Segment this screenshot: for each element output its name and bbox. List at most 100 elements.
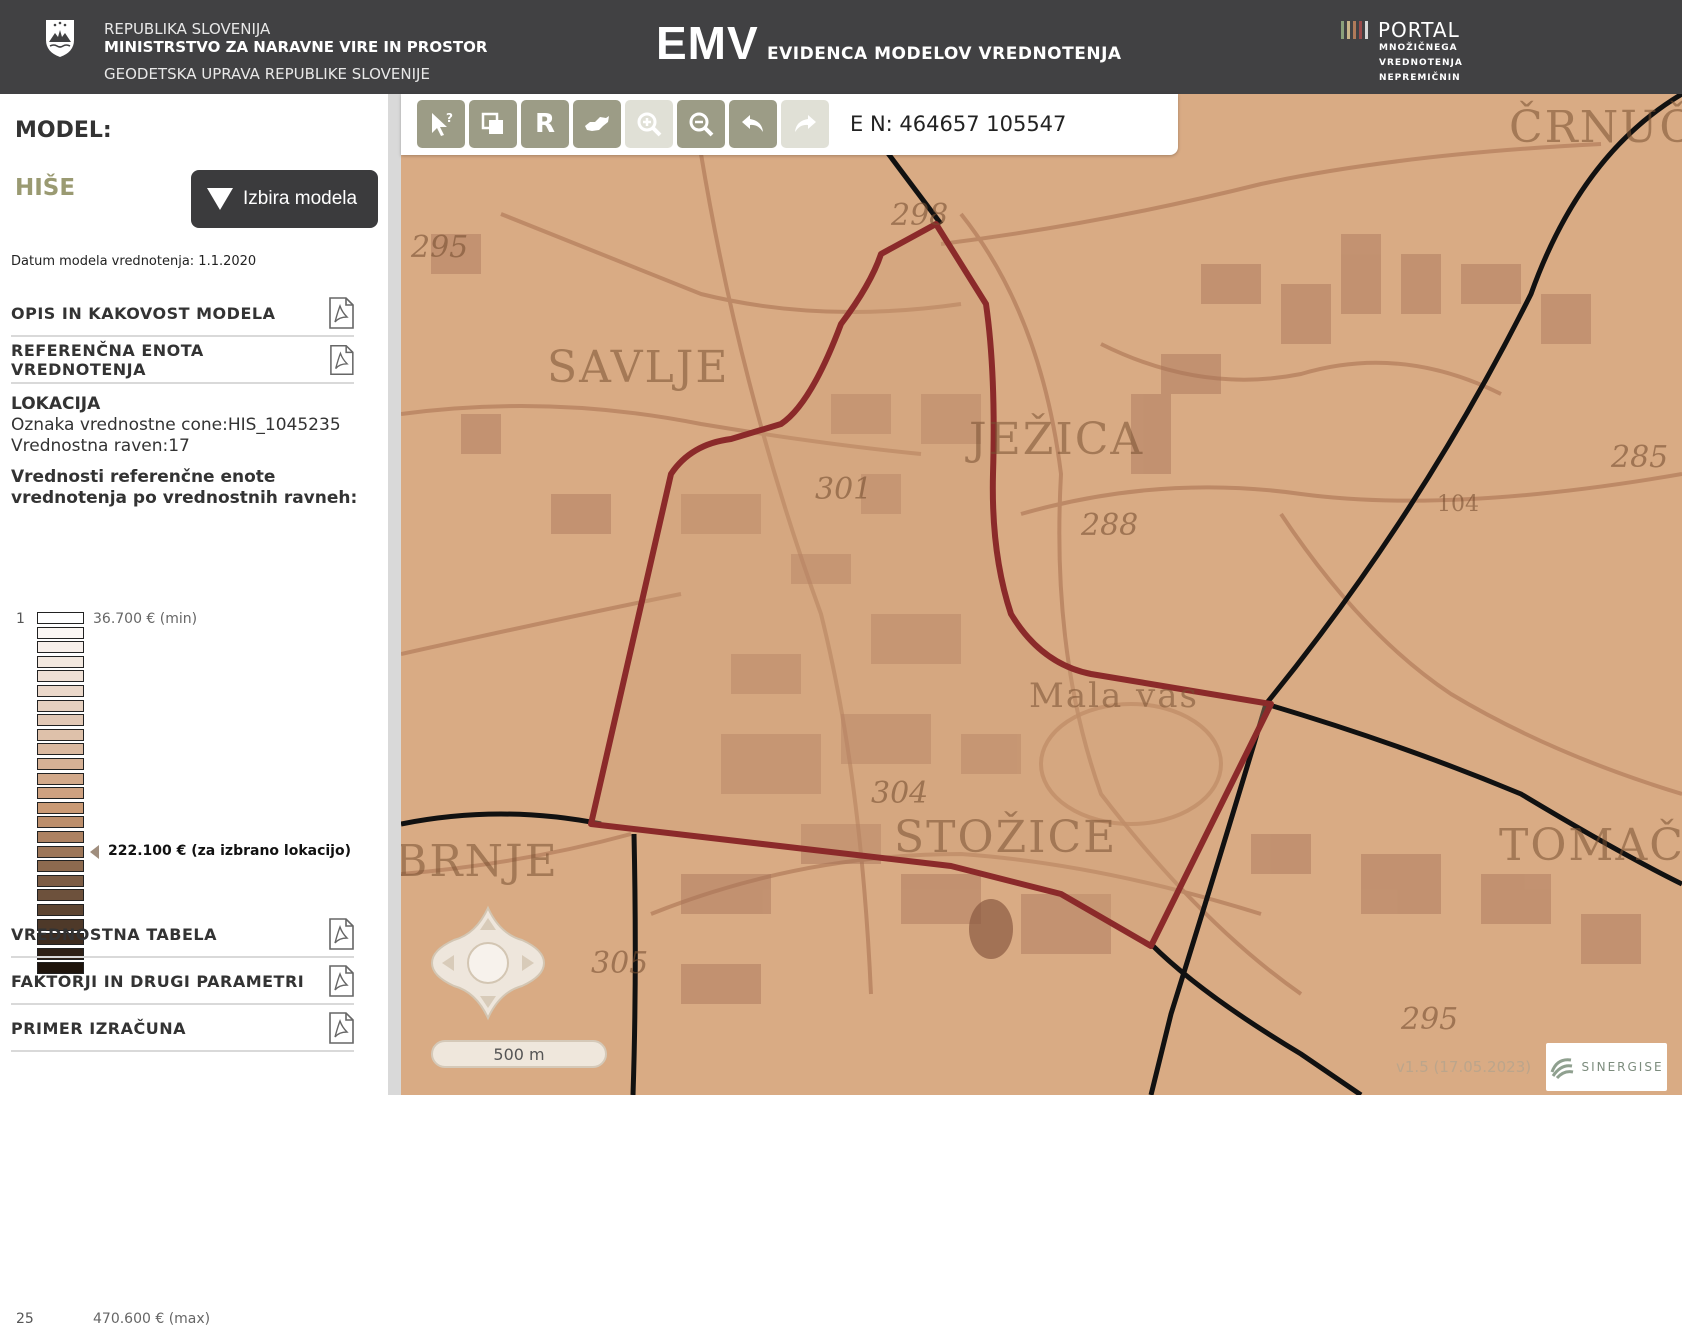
legend-level-bar [37, 641, 84, 654]
section-value-table[interactable]: VREDNOSTNA TABELA [11, 912, 354, 958]
redo-arrow-icon [795, 115, 816, 132]
model-sidebar: MODEL: HIŠE Izbira modela Datum modela v… [0, 94, 388, 1327]
map-place-label: STOŽICE [894, 812, 1118, 863]
app-header: REPUBLIKA SLOVENIJA MINISTRSTVO ZA NARAV… [0, 0, 1682, 94]
pdf-icon[interactable] [328, 965, 354, 997]
map-height-label: 298 [891, 198, 949, 233]
legend-level-bar [37, 801, 84, 814]
map-place-label: ČRNUČE [1509, 102, 1682, 153]
legend-level-bar [37, 612, 84, 624]
legend-max-level: 25 [16, 1311, 34, 1327]
legend-level-bar [37, 728, 84, 741]
undo-arrow-icon [742, 115, 763, 132]
pdf-icon[interactable] [328, 918, 354, 950]
slovenia-crest-icon [46, 20, 74, 57]
sidebar-resize-handle[interactable] [388, 94, 401, 1095]
location-level: Vrednostna raven:17 [11, 436, 190, 456]
query-tool-button[interactable]: ? [417, 100, 465, 148]
section-reference-unit[interactable]: REFERENČNA ENOTA VREDNOTENJA [11, 338, 354, 384]
layers-icon [481, 112, 503, 134]
map-height-label: 295 [411, 230, 469, 265]
layers-tool-button[interactable] [469, 100, 517, 148]
map-height-label: 304 [871, 776, 929, 811]
values-heading: Vrednosti referenčne enote vrednotenja p… [11, 467, 358, 508]
legend-level-bar [37, 787, 84, 800]
legend-level-bar [37, 670, 84, 683]
r-letter-icon: R [534, 109, 556, 139]
portal-title: PORTAL [1378, 18, 1460, 42]
legend-level-bar [37, 874, 84, 887]
portal-subtitle: NEPREMIČNIN [1379, 73, 1461, 83]
select-model-button[interactable]: Izbira modela [191, 170, 378, 228]
pdf-icon[interactable] [328, 297, 354, 329]
legend-level-bar [37, 889, 84, 902]
map-layer [401, 94, 1682, 1095]
legend-level-bar [37, 816, 84, 829]
legend-level-bar [37, 758, 84, 770]
section-label: VREDNOSTNA TABELA [11, 924, 217, 944]
portal-bars-icon [1341, 21, 1368, 39]
app-title: EMV [656, 17, 759, 69]
government-name: REPUBLIKA SLOVENIJA [104, 20, 271, 38]
map-place-label: TOMAČE [1499, 820, 1682, 871]
legend-min-level: 1 [16, 611, 25, 627]
map-toolbar: ? R E N: 464657 105547 [401, 94, 1178, 155]
redo-tool-button[interactable] [781, 100, 829, 148]
legend-level-bar [37, 714, 84, 727]
legend-level-bar [37, 845, 84, 858]
slovenia-map-icon [585, 116, 609, 131]
section-label: REFERENČNA ENOTA VREDNOTENJA [11, 341, 204, 379]
section-label: OPIS IN KAKOVOST MODELA [11, 303, 276, 323]
attribution-text: SINERGISE [1581, 1060, 1664, 1074]
model-name: HIŠE [15, 175, 76, 201]
legend-level-bar [37, 655, 84, 668]
agency-name: GEODETSKA UPRAVA REPUBLIKE SLOVENIJE [104, 65, 430, 83]
legend-level-bar [37, 626, 84, 639]
map-height-label: 285 [1611, 440, 1669, 475]
pdf-icon[interactable] [328, 1012, 354, 1044]
section-model-description[interactable]: OPIS IN KAKOVOST MODELA [11, 291, 354, 337]
section-factors-parameters[interactable]: FAKTORJI IN DRUGI PARAMETRI [11, 959, 354, 1005]
coordinate-readout: E N: 464657 105547 [850, 112, 1067, 136]
section-calculation-example[interactable]: PRIMER IZRAČUNA [11, 1006, 354, 1052]
selected-level-marker-icon [90, 844, 99, 859]
legend-min-value: 36.700 € (min) [93, 611, 198, 627]
full-extent-tool-button[interactable] [573, 100, 621, 148]
portal-subtitle: MNOŽIČNEGA [1379, 43, 1458, 53]
legend-level-bar [37, 831, 84, 843]
portal-subtitle: VREDNOTENJA [1379, 58, 1463, 68]
legend-level-bar [37, 743, 84, 756]
location-title: LOKACIJA [11, 394, 101, 414]
zoom-out-tool-button[interactable] [677, 100, 725, 148]
sinergise-logo[interactable]: SINERGISE [1546, 1043, 1667, 1091]
map-place-label: SAVLJE [547, 342, 730, 393]
map-height-label: 104 [1437, 492, 1479, 517]
legend-level-bar [37, 860, 84, 873]
map-place-label: Mala vas [1029, 676, 1199, 716]
app-subtitle: EVIDENCA MODELOV VREDNOTENJA [767, 44, 1122, 64]
pointer-question-icon: ? [432, 111, 453, 136]
legend-level-bar [37, 699, 84, 712]
model-label: MODEL: [15, 118, 112, 143]
map-place-label: BRNJE [401, 836, 559, 887]
svg-text:?: ? [446, 111, 453, 125]
legend-level-bar [37, 685, 84, 697]
legend-level-bar [37, 772, 84, 785]
pan-control[interactable] [428, 904, 548, 1022]
zoom-out-icon [689, 112, 714, 137]
map-height-label: 295 [1401, 1002, 1459, 1037]
map-height-label: 305 [591, 946, 649, 981]
zoom-in-tool-button[interactable] [625, 100, 673, 148]
location-zone: Oznaka vrednostne cone:HIS_1045235 [11, 415, 341, 435]
map-place-label: JEŽICA [969, 414, 1145, 465]
select-model-label: Izbira modela [243, 188, 358, 209]
zoom-in-icon [637, 112, 662, 137]
legend-max-value: 470.600 € (max) [93, 1311, 211, 1327]
triangle-down-icon [207, 188, 233, 210]
pdf-icon[interactable] [329, 344, 354, 376]
map-canvas[interactable]: SAVLJE JEŽICA Mala vas STOŽICE TOMAČE BR… [401, 94, 1682, 1095]
ministry-name: MINISTRSTVO ZA NARAVNE VIRE IN PROSTOR [104, 38, 488, 56]
legend-selected-value: 222.100 € (za izbrano lokacijo) [108, 842, 351, 859]
undo-tool-button[interactable] [729, 100, 777, 148]
reset-tool-button[interactable]: R [521, 100, 569, 148]
